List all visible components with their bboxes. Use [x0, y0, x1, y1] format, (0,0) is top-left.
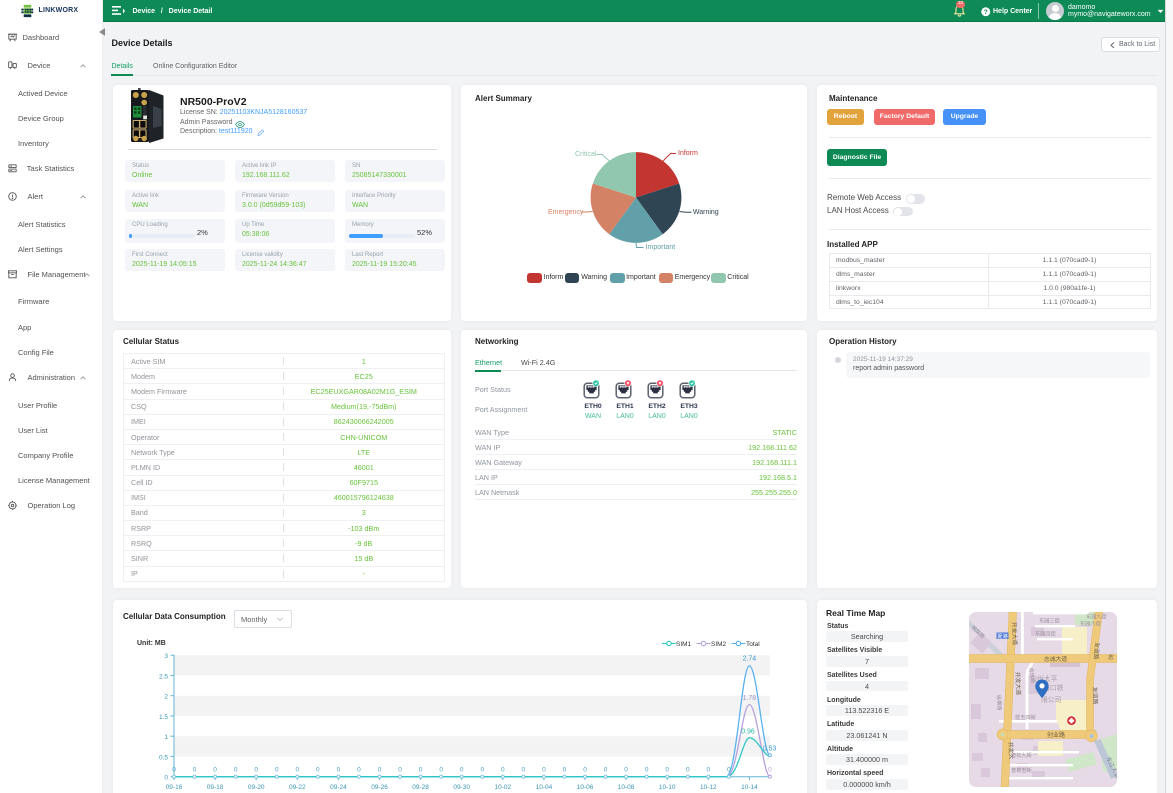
- svg-text:0: 0: [542, 767, 546, 774]
- svg-text:10-02: 10-02: [494, 784, 511, 791]
- svg-text:0: 0: [234, 767, 238, 774]
- svg-text:0: 0: [686, 767, 690, 774]
- svg-text:3: 3: [164, 653, 168, 660]
- svg-text:2: 2: [164, 694, 168, 701]
- svg-text:0: 0: [563, 767, 567, 774]
- svg-text:1: 1: [164, 734, 168, 741]
- svg-text:0: 0: [275, 767, 279, 774]
- svg-text:10-06: 10-06: [577, 784, 594, 791]
- svg-text:0: 0: [439, 767, 443, 774]
- svg-text:0: 0: [164, 775, 168, 782]
- svg-text:东园六街: 东园六街: [1080, 620, 1101, 628]
- svg-text:10-12: 10-12: [700, 784, 717, 791]
- svg-text:东园四街: 东园四街: [1035, 630, 1056, 638]
- svg-text:0: 0: [522, 767, 526, 774]
- svg-text:0: 0: [727, 767, 731, 774]
- svg-text:10-14: 10-14: [741, 784, 758, 791]
- svg-text:0: 0: [398, 767, 402, 774]
- svg-text:0.5: 0.5: [159, 754, 168, 761]
- svg-text:10-04: 10-04: [536, 784, 553, 791]
- svg-text:Total: Total: [746, 641, 760, 648]
- svg-text:0: 0: [501, 767, 505, 774]
- svg-text:0: 0: [193, 767, 197, 774]
- svg-text:SIM1: SIM1: [676, 641, 692, 648]
- svg-text:0: 0: [583, 767, 587, 774]
- svg-text:0: 0: [254, 767, 258, 774]
- svg-text:09-22: 09-22: [289, 784, 306, 791]
- svg-text:09-20: 09-20: [248, 784, 265, 791]
- svg-text:0: 0: [645, 767, 649, 774]
- svg-text:2.74: 2.74: [743, 656, 757, 663]
- svg-text:0: 0: [480, 767, 484, 774]
- svg-text:09-16: 09-16: [166, 784, 183, 791]
- svg-text:09-18: 09-18: [207, 784, 224, 791]
- svg-text:0: 0: [624, 767, 628, 774]
- svg-text:0: 0: [213, 767, 217, 774]
- svg-text:东园三街: 东园三街: [1039, 617, 1060, 625]
- svg-text:09-28: 09-28: [412, 784, 429, 791]
- svg-text:0: 0: [378, 767, 382, 774]
- svg-text:0: 0: [316, 767, 320, 774]
- svg-text:0.96: 0.96: [741, 729, 755, 736]
- svg-text:创业路: 创业路: [1047, 731, 1065, 739]
- svg-text:09-26: 09-26: [371, 784, 388, 791]
- svg-text:09-30: 09-30: [453, 784, 470, 791]
- svg-text:夏港: 夏港: [997, 632, 1008, 640]
- svg-text:0: 0: [665, 767, 669, 774]
- svg-text:0: 0: [337, 767, 341, 774]
- svg-text:0: 0: [295, 767, 299, 774]
- svg-text:志: 志: [1108, 653, 1114, 661]
- svg-text:0: 0: [172, 767, 176, 774]
- svg-text:?: ?: [984, 9, 988, 16]
- svg-text:SIM2: SIM2: [711, 641, 727, 648]
- svg-text:普栨五街: 普栨五街: [1011, 766, 1032, 774]
- svg-text:限公司: 限公司: [1041, 695, 1062, 704]
- svg-text:0: 0: [768, 767, 772, 774]
- svg-text:志诚大道: 志诚大道: [1044, 655, 1067, 663]
- svg-text:1.78: 1.78: [743, 695, 757, 702]
- svg-text:0: 0: [604, 767, 608, 774]
- svg-text:东园九街: 东园九街: [1086, 613, 1107, 621]
- svg-text:蓝玉四街: 蓝玉四街: [1015, 713, 1036, 721]
- svg-text:0: 0: [419, 767, 423, 774]
- svg-text:0.53: 0.53: [763, 746, 777, 753]
- svg-text:0: 0: [706, 767, 710, 774]
- svg-text:10-10: 10-10: [659, 784, 676, 791]
- svg-text:1.5: 1.5: [159, 714, 168, 721]
- svg-text:0: 0: [460, 767, 464, 774]
- svg-text:10-08: 10-08: [618, 784, 635, 791]
- svg-text:0: 0: [357, 767, 361, 774]
- svg-text:09-24: 09-24: [330, 784, 347, 791]
- svg-text:普栨九街: 普栨九街: [1011, 751, 1032, 759]
- svg-text:2.5: 2.5: [159, 673, 168, 680]
